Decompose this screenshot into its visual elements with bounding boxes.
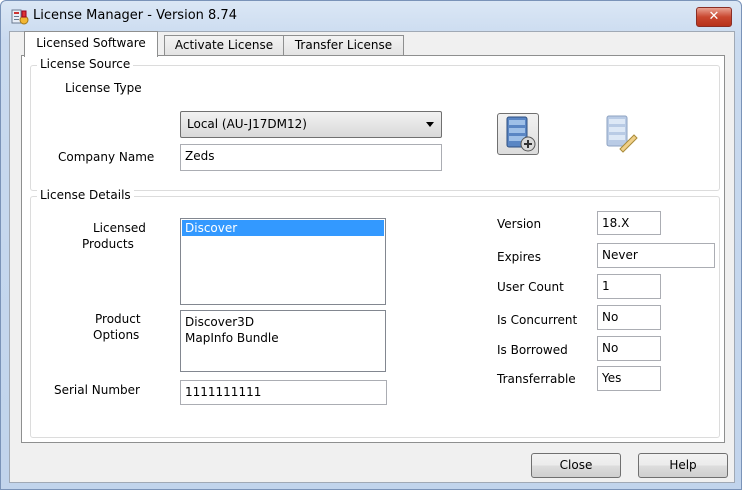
licensed-products-list[interactable]: Discover [180,218,386,305]
transferrable-label: Transferrable [497,372,576,386]
product-options-list[interactable]: Discover3D MapInfo Bundle [180,310,386,372]
server-edit-button[interactable] [598,113,640,155]
company-name-field[interactable]: Zeds [180,144,442,171]
license-type-value: Local (AU-J17DM12) [187,117,307,131]
product-options-label-line1: Product [95,312,141,326]
company-name-label: Company Name [58,150,155,164]
version-label: Version [497,217,542,231]
is-borrowed-label: Is Borrowed [497,343,568,357]
window-close-button[interactable]: ✕ [696,7,732,27]
license-manager-window: License Manager - Version 8.74 ✕ License… [0,0,742,490]
tab-transfer-license[interactable]: Transfer License [283,35,404,56]
licensed-products-label-line2: Products [82,237,134,251]
is-concurrent-field[interactable]: No [597,305,661,330]
list-item[interactable]: Discover [182,220,384,236]
expires-field[interactable]: Never [597,243,715,268]
title-bar[interactable]: License Manager - Version 8.74 ✕ [1,1,741,31]
transferrable-field[interactable]: Yes [597,366,661,391]
license-details-legend: License Details [37,188,134,202]
license-server-edit-icon [606,115,638,153]
is-concurrent-label: Is Concurrent [497,313,578,327]
app-icon [11,9,29,25]
server-connect-button[interactable] [497,113,539,155]
help-button[interactable]: Help [638,453,728,478]
tab-activate-license[interactable]: Activate License [164,35,284,56]
license-type-dropdown[interactable]: Local (AU-J17DM12) [180,111,442,138]
licensed-products-label-line1: Licensed [93,221,146,235]
license-type-label: License Type [65,81,142,95]
tab-licensed-software[interactable]: Licensed Software [24,31,158,57]
serial-number-field[interactable]: 1111111111 [180,380,387,405]
expires-label: Expires [497,250,541,264]
serial-number-label: Serial Number [54,383,140,397]
license-source-legend: License Source [37,57,134,71]
window-title: License Manager - Version 8.74 [33,8,237,23]
license-server-connect-icon [506,116,536,152]
user-count-field[interactable]: 1 [597,274,661,299]
close-button[interactable]: Close [531,453,621,478]
chevron-down-icon [426,122,434,127]
licensed-software-panel: License Source License Type Local (AU-J1… [21,55,725,443]
user-count-label: User Count [497,280,564,294]
list-item: Discover3D [185,315,255,329]
product-options-label-line2: Options [93,328,140,342]
list-item: MapInfo Bundle [185,331,279,345]
version-field[interactable]: 18.X [597,211,661,235]
is-borrowed-field[interactable]: No [597,336,661,361]
